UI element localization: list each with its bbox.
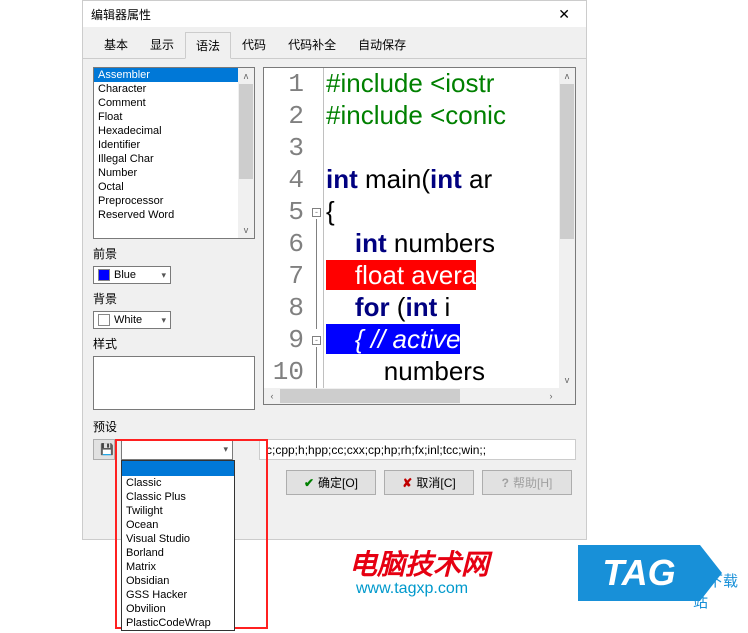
- dialog-title: 编辑器属性: [91, 6, 550, 23]
- list-item[interactable]: Identifier: [94, 138, 238, 152]
- scroll-down-icon[interactable]: v: [559, 372, 575, 388]
- dropdown-item[interactable]: PlasticCodeWrap: [122, 616, 234, 630]
- list-item[interactable]: Character: [94, 82, 238, 96]
- dropdown-item[interactable]: Classic: [122, 476, 234, 490]
- scrollbar-thumb[interactable]: [280, 389, 460, 403]
- dropdown-item[interactable]: Obsidian: [122, 574, 234, 588]
- list-item[interactable]: Assembler: [94, 68, 238, 82]
- list-item[interactable]: Hexadecimal: [94, 124, 238, 138]
- line-number: 9: [264, 325, 310, 355]
- watermark-brand: 电脑技术网: [349, 543, 489, 583]
- help-button[interactable]: ? 帮助[H]: [482, 470, 572, 495]
- tab-syntax[interactable]: 语法: [185, 32, 231, 59]
- dropdown-item[interactable]: [122, 461, 234, 476]
- dropdown-item[interactable]: GSS Hacker: [122, 588, 234, 602]
- code-preview: 1 2 3 4 5 6 7 8 9 10 - - #include <iostr…: [263, 67, 576, 405]
- scrollbar-thumb[interactable]: [239, 84, 253, 179]
- list-item[interactable]: Number: [94, 166, 238, 180]
- dropdown-item[interactable]: Borland: [122, 546, 234, 560]
- tab-display[interactable]: 显示: [139, 31, 185, 58]
- color-name: White: [114, 314, 142, 326]
- list-item[interactable]: Comment: [94, 96, 238, 110]
- token-type-list[interactable]: Assembler Character Comment Float Hexade…: [93, 67, 255, 239]
- chevron-down-icon: ▾: [161, 315, 166, 326]
- list-item[interactable]: Illegal Char: [94, 152, 238, 166]
- dropdown-item[interactable]: Twilight: [122, 504, 234, 518]
- x-icon: ✘: [402, 476, 412, 490]
- line-number: 1: [264, 69, 310, 99]
- list-item[interactable]: Preprocessor: [94, 194, 238, 208]
- dropdown-item[interactable]: Obvilion: [122, 602, 234, 616]
- chevron-down-icon: ▾: [223, 444, 228, 455]
- style-label: 样式: [93, 335, 255, 352]
- watermark-url: www.tagxp.com: [356, 580, 468, 598]
- horizontal-scrollbar[interactable]: ‹ ›: [264, 388, 559, 404]
- preset-label: 预设: [93, 418, 576, 435]
- scroll-right-icon[interactable]: ›: [543, 388, 559, 404]
- preset-save-button[interactable]: 💾: [93, 439, 115, 460]
- dropdown-item[interactable]: Ocean: [122, 518, 234, 532]
- foreground-color-select[interactable]: Blue ▾: [93, 266, 171, 284]
- close-icon[interactable]: ✕: [550, 6, 578, 23]
- list-item[interactable]: Octal: [94, 180, 238, 194]
- editor-properties-dialog: 编辑器属性 ✕ 基本 显示 语法 代码 代码补全 自动保存 Assembler …: [82, 0, 587, 540]
- line-number: 10: [264, 357, 310, 387]
- line-number: 4: [264, 165, 310, 195]
- scroll-up-icon[interactable]: ʌ: [559, 68, 575, 84]
- line-number: 7: [264, 261, 310, 291]
- background-label: 背景: [93, 290, 255, 307]
- dropdown-item[interactable]: Classic Plus: [122, 490, 234, 504]
- line-number: 5: [264, 197, 310, 227]
- button-label: 取消[C]: [416, 474, 455, 491]
- fold-minus-icon[interactable]: -: [312, 208, 321, 217]
- scroll-left-icon[interactable]: ‹: [264, 388, 280, 404]
- titlebar: 编辑器属性 ✕: [83, 1, 586, 27]
- check-icon: ✔: [304, 476, 314, 490]
- foreground-label: 前景: [93, 245, 255, 262]
- question-icon: ?: [502, 476, 509, 490]
- dropdown-item[interactable]: Matrix: [122, 560, 234, 574]
- tab-basic[interactable]: 基本: [93, 31, 139, 58]
- button-label: 帮助[H]: [513, 474, 552, 491]
- preset-combo[interactable]: ▾ Classic Classic Plus Twilight Ocean Vi…: [121, 439, 233, 460]
- extensions-input[interactable]: [259, 439, 576, 460]
- vertical-scrollbar[interactable]: ʌ v: [238, 68, 254, 238]
- fold-minus-icon[interactable]: -: [312, 336, 321, 345]
- preset-dropdown: Classic Classic Plus Twilight Ocean Visu…: [121, 460, 235, 631]
- list-item[interactable]: Reserved Word: [94, 208, 238, 222]
- background-color-select[interactable]: White ▾: [93, 311, 171, 329]
- line-number-gutter: 1 2 3 4 5 6 7 8 9 10: [264, 68, 310, 388]
- line-number: 6: [264, 229, 310, 259]
- watermark-site: 光下载站: [693, 570, 748, 612]
- line-number: 8: [264, 293, 310, 323]
- fold-gutter: - -: [310, 68, 324, 388]
- style-list[interactable]: [93, 356, 255, 410]
- color-name: Blue: [114, 269, 136, 281]
- tab-bar: 基本 显示 语法 代码 代码补全 自动保存: [83, 27, 586, 59]
- tab-autosave[interactable]: 自动保存: [347, 31, 417, 58]
- scroll-up-icon[interactable]: ʌ: [238, 68, 254, 84]
- cancel-button[interactable]: ✘ 取消[C]: [384, 470, 474, 495]
- list-item[interactable]: Float: [94, 110, 238, 124]
- ok-button[interactable]: ✔ 确定[O]: [286, 470, 376, 495]
- scrollbar-thumb[interactable]: [560, 84, 574, 239]
- color-swatch: [98, 314, 110, 326]
- scroll-down-icon[interactable]: v: [238, 222, 254, 238]
- line-number: 3: [264, 133, 310, 163]
- tab-completion[interactable]: 代码补全: [277, 31, 347, 58]
- chevron-down-icon: ▾: [161, 270, 166, 281]
- disk-icon: 💾: [100, 444, 114, 456]
- color-swatch: [98, 269, 110, 281]
- tag-badge: TAG: [578, 545, 700, 601]
- vertical-scrollbar[interactable]: ʌ v: [559, 68, 575, 388]
- line-number: 2: [264, 101, 310, 131]
- dropdown-item[interactable]: Visual Studio: [122, 532, 234, 546]
- button-label: 确定[O]: [318, 474, 358, 491]
- tab-code[interactable]: 代码: [231, 31, 277, 58]
